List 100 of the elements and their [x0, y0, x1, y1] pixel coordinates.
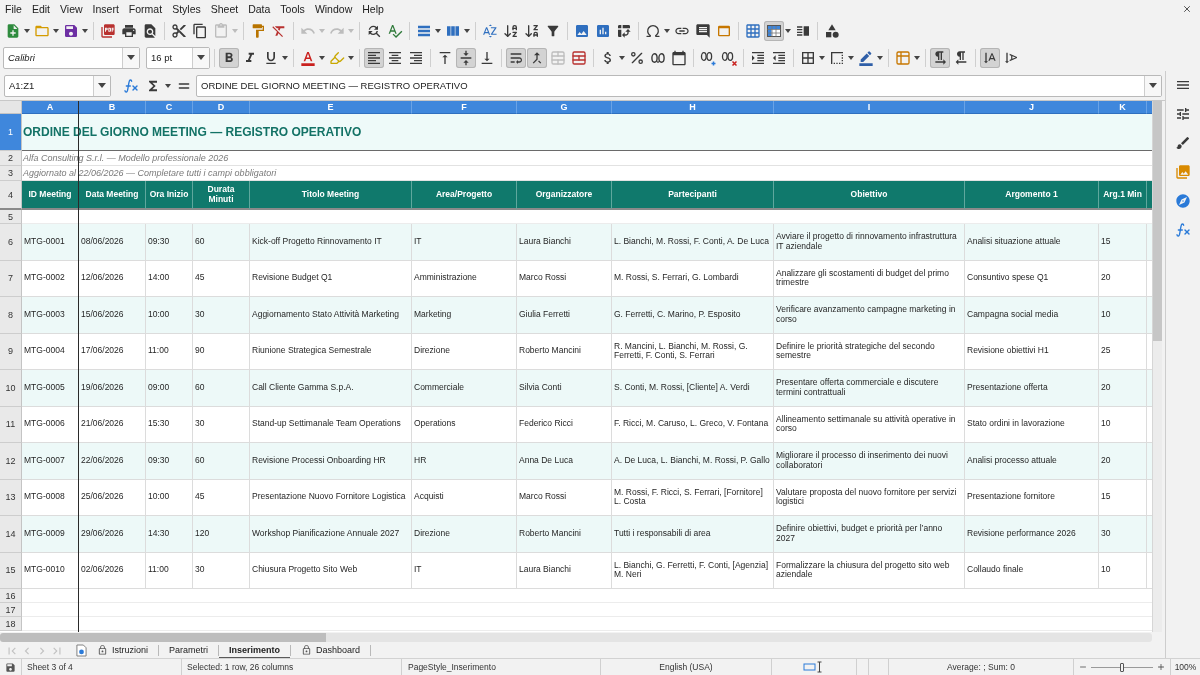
- compass-icon[interactable]: [1173, 191, 1193, 211]
- bold-icon[interactable]: [219, 47, 239, 68]
- table-cell: Formalizzare la chiusura del progetto sito web aziendale: [774, 552, 965, 589]
- table-cell: 15: [1099, 224, 1147, 261]
- dropdown-arrow-icon[interactable]: [785, 28, 791, 33]
- font-size-field[interactable]: 16 pt: [146, 46, 210, 69]
- menu-item[interactable]: Edit: [26, 1, 55, 16]
- freeze-panes-icon[interactable]: [764, 20, 784, 41]
- table-header-cell: Durata Minuti: [193, 181, 250, 210]
- table-cell: Aggiornamento Stato Attività Marketing: [250, 297, 412, 334]
- dropdown-arrow-icon[interactable]: [819, 55, 825, 60]
- merge-arrows-icon[interactable]: [527, 47, 547, 68]
- dropdown-arrow-icon[interactable]: [914, 55, 920, 60]
- vertical-text-icon[interactable]: [980, 47, 1000, 68]
- menu-item[interactable]: Format: [123, 1, 168, 16]
- subtitle-text: Aggiornato al 22/06/2026 — Completare tutti i campi obbligatori: [22, 166, 1152, 181]
- menu-item[interactable]: Styles: [167, 1, 206, 16]
- table-cell: 29/06/2026: [79, 516, 146, 553]
- dropdown-arrow-icon[interactable]: [319, 55, 325, 60]
- row-number[interactable]: 13: [0, 479, 22, 516]
- menu-item[interactable]: Insert: [87, 1, 124, 16]
- table-cell: 20: [1099, 260, 1147, 297]
- row-number[interactable]: 14: [0, 516, 22, 553]
- dropdown-arrow-icon[interactable]: [435, 28, 441, 33]
- table-cell: Amministrazione: [412, 260, 517, 297]
- table-cell: M. Rossi, F. Ricci, S. Ferrari, [Fornitore] L. Costa: [612, 479, 774, 516]
- row-number[interactable]: 15: [0, 552, 22, 589]
- table-header-cell: Partecipanti: [612, 181, 774, 210]
- table-cell: Avviare il progetto di rinnovamento infrastruttura IT aziendale: [774, 224, 965, 261]
- table-header-cell: Organizzatore: [517, 181, 612, 210]
- dropdown-arrow-icon[interactable]: [877, 55, 883, 60]
- document-icon[interactable]: [76, 644, 87, 657]
- table-cell: 30: [193, 552, 250, 589]
- table-header-cell: Arg.1 Min: [1099, 181, 1147, 210]
- font-name-field[interactable]: Calibri: [3, 46, 140, 69]
- name-box-field[interactable]: A1:Z1: [4, 74, 111, 97]
- page-style-label[interactable]: PageStyle_Inserimento: [408, 662, 496, 672]
- horizontal-scrollbar[interactable]: [0, 633, 1152, 642]
- dropdown-arrow-icon[interactable]: [165, 83, 171, 88]
- row-number[interactable]: 10: [0, 370, 22, 407]
- slider-thumb[interactable]: [1120, 662, 1124, 672]
- language-label[interactable]: English (USA): [659, 662, 713, 672]
- dropdown-arrow-icon[interactable]: [24, 28, 30, 33]
- menu-item[interactable]: File: [0, 1, 27, 16]
- sheet-tab[interactable]: Dashboard: [291, 642, 371, 659]
- dropdown-arrow-icon[interactable]: [464, 28, 470, 33]
- menu-item[interactable]: Data: [243, 1, 276, 16]
- table-cell: Presentazione Nuovo Fornitore Logistica: [250, 479, 412, 516]
- table-cell: 21/06/2026: [79, 406, 146, 443]
- formula-input-field[interactable]: ORDINE DEL GIORNO MEETING — REGISTRO OPERATIVO: [196, 74, 1162, 97]
- close-icon[interactable]: [1182, 3, 1192, 14]
- row-number[interactable]: 12: [0, 443, 22, 480]
- table-cell: Workshop Pianificazione Annuale 2027: [250, 516, 412, 553]
- row-number[interactable]: 5: [0, 210, 22, 224]
- text-direction-ltr-icon[interactable]: [930, 47, 950, 68]
- row-number[interactable]: 3: [0, 166, 22, 181]
- dropdown-arrow-icon[interactable]: [848, 55, 854, 60]
- table-cell: Stato ordini in lavorazione: [965, 406, 1099, 443]
- dropdown-arrow-icon[interactable]: [282, 55, 288, 60]
- table-header-cell: ID Meeting: [22, 181, 79, 210]
- row-number[interactable]: 9: [0, 333, 22, 370]
- row-number[interactable]: 18: [0, 617, 22, 631]
- table-cell: 15:30: [146, 406, 193, 443]
- dropdown-arrow-icon[interactable]: [348, 55, 354, 60]
- sheet-tab[interactable]: Istruzioni: [87, 642, 158, 659]
- row-number[interactable]: 1: [0, 114, 22, 151]
- row-number[interactable]: 16: [0, 589, 22, 603]
- table-cell: Giulia Ferretti: [517, 297, 612, 334]
- wrap-text-icon[interactable]: [506, 47, 526, 68]
- vertical-scrollbar[interactable]: [1152, 101, 1162, 632]
- row-number[interactable]: 8: [0, 297, 22, 334]
- dropdown-arrow-icon[interactable]: [53, 28, 59, 33]
- table-header-cell: Obiettivo: [774, 181, 965, 210]
- menu-item[interactable]: View: [55, 1, 88, 16]
- menu-item[interactable]: Sheet: [205, 1, 244, 16]
- table-cell: MTG-0005: [22, 370, 79, 407]
- table-cell: Valutare proposta del nuovo fornitore per servizi logistici: [774, 479, 965, 516]
- save-icon[interactable]: [5, 661, 16, 673]
- row-number[interactable]: 2: [0, 151, 22, 166]
- table-cell: Anna De Luca: [517, 443, 612, 480]
- sheet-tab[interactable]: Parametri: [159, 642, 219, 659]
- dropdown-arrow-icon[interactable]: [619, 55, 625, 60]
- table-cell: 17/06/2026: [79, 333, 146, 370]
- row-number[interactable]: 11: [0, 406, 22, 443]
- menu-item[interactable]: Window: [309, 1, 358, 16]
- dropdown-arrow-icon[interactable]: [82, 28, 88, 33]
- align-middle-icon[interactable]: [456, 47, 476, 68]
- menu-item[interactable]: Help: [357, 1, 389, 16]
- row-number[interactable]: 17: [0, 603, 22, 617]
- align-left-icon[interactable]: [364, 47, 384, 68]
- dropdown-arrow-icon[interactable]: [664, 28, 670, 33]
- table-cell: 20: [1099, 370, 1147, 407]
- row-number[interactable]: 7: [0, 260, 22, 297]
- zoom-percent-label[interactable]: 100%: [1174, 662, 1197, 672]
- menu-item[interactable]: Tools: [275, 1, 310, 16]
- row-number[interactable]: 6: [0, 224, 22, 261]
- row-number[interactable]: 4: [0, 181, 22, 210]
- table-cell: Revisione obiettivi H1: [965, 333, 1099, 370]
- table-cell: Stand-up Settimanale Team Operations: [250, 406, 412, 443]
- selection-mode-icon[interactable]: [803, 661, 825, 673]
